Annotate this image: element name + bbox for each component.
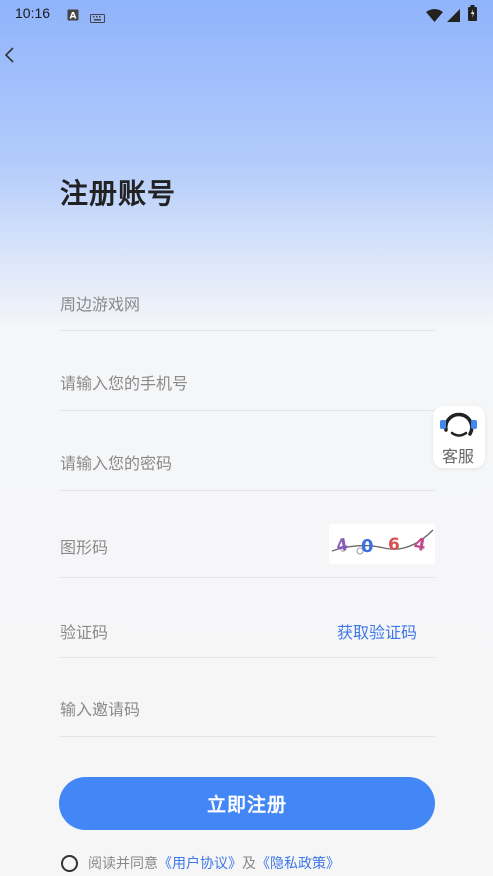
signal-icon (447, 7, 460, 26)
keyboard-icon (90, 8, 105, 27)
source-label: 周边游戏网 (60, 295, 141, 314)
user-agreement-link[interactable]: 《用户协议》 (158, 853, 242, 873)
get-code-button[interactable]: 获取验证码 (337, 619, 417, 643)
captcha-digit: 4 (335, 535, 350, 557)
customer-service-button[interactable]: 客服 (433, 406, 485, 468)
agree-checkbox[interactable] (61, 854, 78, 872)
verification-code-placeholder: 验证码 (60, 623, 109, 642)
back-button[interactable] (0, 40, 30, 70)
status-time: 10:16 (15, 5, 51, 21)
captcha-digit: 4 (412, 534, 427, 556)
keyboard-a-icon: A (67, 6, 79, 25)
phone-field[interactable]: 请输入您的手机号 (59, 366, 435, 411)
page-title: 注册账号 (60, 177, 177, 210)
agreement-joiner: 及 (242, 856, 256, 872)
password-placeholder: 请输入您的密码 (60, 454, 173, 473)
invite-code-field[interactable]: 输入邀请码 (59, 694, 435, 737)
wifi-icon (426, 7, 443, 26)
status-bar: 10:16 A (0, 0, 493, 28)
captcha-image[interactable]: 4 0 6 4 (329, 524, 435, 564)
agreement-row: 阅读并同意 《用户协议》 及 《隐私政策》 (61, 852, 340, 874)
captcha-digit: 0 (361, 536, 374, 557)
agreement-prefix: 阅读并同意 (88, 856, 158, 872)
captcha-placeholder: 图形码 (60, 538, 109, 557)
password-field[interactable]: 请输入您的密码 (59, 446, 435, 491)
privacy-policy-link[interactable]: 《隐私政策》 (256, 853, 340, 873)
headset-icon (440, 412, 477, 437)
phone-placeholder: 请输入您的手机号 (60, 374, 189, 393)
captcha-digit: 6 (388, 535, 400, 555)
chevron-left-icon (4, 47, 14, 63)
captcha-field[interactable]: 图形码 4 0 6 4 (59, 524, 435, 578)
verification-code-field[interactable]: 验证码 获取验证码 (59, 616, 435, 658)
register-button[interactable]: 立即注册 (59, 777, 435, 830)
customer-service-label: 客服 (442, 447, 475, 466)
svg-text:A: A (70, 12, 77, 22)
invite-code-placeholder: 输入邀请码 (60, 700, 141, 719)
source-field: 周边游戏网 (59, 285, 435, 331)
battery-icon (468, 5, 477, 25)
